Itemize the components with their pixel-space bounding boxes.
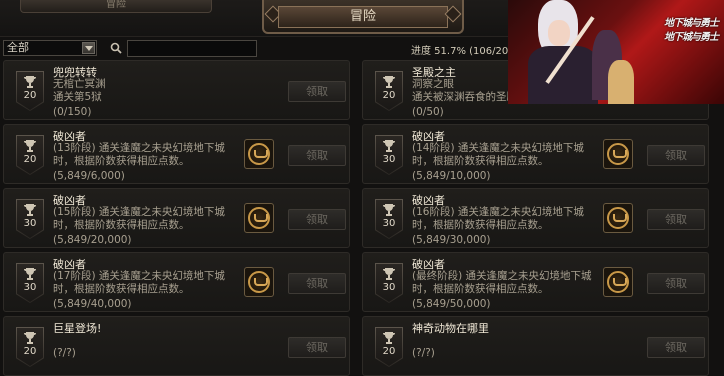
claim-button[interactable]: 领取 [288,145,346,166]
achievement-description: (17阶段) 通关逢魔之未央幻境地下城时，根据阶数获得相应点数。 [53,270,225,295]
achievement-card: 30 破凶者 (15阶段) 通关逢魔之未央幻境地下城时，根据阶数获得相应点数。 (5,… [3,188,350,248]
achievement-badge: 20 [375,327,403,367]
achievement-progress: (5,849/30,000) [412,234,491,246]
achievement-badge: 30 [375,199,403,239]
achievement-points: 30 [382,282,396,293]
achievement-badge: 20 [375,71,403,111]
achievement-badge: 30 [16,263,44,303]
reward-item-icon[interactable] [244,139,274,169]
achievement-progress: (5,849/10,000) [412,170,491,182]
trophy-icon [382,203,396,217]
achievement-description: (13阶段) 通关逢魔之未央幻境地下城时，根据阶数获得相应点数。 [53,142,225,167]
achievement-progress: (0/50) [412,106,444,118]
achievement-card: 20 神奇动物在哪里 (?/?) 领取 [362,316,709,376]
achievement-card: 20 破凶者 (13阶段) 通关逢魔之未央幻境地下城时，根据阶数获得相应点数。 (5,… [3,124,350,184]
achievement-progress: (?/?) [412,347,435,359]
trophy-icon [382,267,396,281]
achievement-points: 30 [23,218,37,229]
claim-button[interactable]: 领取 [647,337,705,358]
tab-left[interactable]: 冒险 [20,0,212,13]
achievement-points: 20 [23,346,37,357]
achievement-card: 20 巨星登场! (?/?) 领取 [3,316,350,376]
chevron-down-icon[interactable] [82,42,95,54]
achievement-progress: (0/150) [53,106,92,118]
reward-item-icon[interactable] [603,203,633,233]
achievement-card: 30 破凶者 (16阶段) 通关逢魔之未央幻境地下城时，根据阶数获得相应点数。 (5,… [362,188,709,248]
achievement-description: 无棺亡冥渊 通关第5狱 [53,78,106,103]
achievement-points: 20 [382,346,396,357]
ad-logo: 地下城与勇士 [664,18,719,29]
tab-adventure-label: 冒险 [278,6,448,28]
achievement-description: (最终阶段) 通关逢魔之未央幻境地下城时，根据阶数获得相应点数。 [412,270,592,295]
search-input[interactable] [127,40,257,57]
ad-logo: 地下城与勇士 [664,32,719,43]
category-filter-value: 全部 [7,41,29,54]
achievement-card: 30 破凶者 (最终阶段) 通关逢魔之未央幻境地下城时，根据阶数获得相应点数。 (5,… [362,252,709,312]
claim-button[interactable]: 领取 [288,273,346,294]
achievement-badge: 30 [375,263,403,303]
trophy-icon [23,331,37,345]
achievement-progress: (?/?) [53,347,76,359]
category-filter-select[interactable]: 全部 [3,40,97,56]
progress-text: 进度 51.7% (106/205) [411,46,519,57]
search-icon [110,42,122,54]
claim-button[interactable]: 领取 [647,273,705,294]
achievement-progress: (5,849/40,000) [53,298,132,310]
achievement-progress: (5,849/20,000) [53,234,132,246]
ad-character-face [548,20,570,46]
reward-item-icon[interactable] [603,139,633,169]
achievement-card: 20 兜兜转转 无棺亡冥渊 通关第5狱 (0/150) 领取 [3,60,350,120]
trophy-icon [23,267,37,281]
achievement-badge: 20 [16,327,44,367]
achievement-points: 20 [382,90,396,101]
achievement-progress: (5,849/6,000) [53,170,125,182]
achievement-badge: 20 [16,135,44,175]
achievement-badge: 30 [16,199,44,239]
trophy-icon [23,139,37,153]
achievement-points: 20 [23,90,37,101]
claim-button[interactable]: 领取 [288,81,346,102]
reward-item-icon[interactable] [244,267,274,297]
achievement-card: 30 破凶者 (14阶段) 通关逢魔之未央幻境地下城时，根据阶数获得相应点数。 (5,… [362,124,709,184]
achievement-progress: (5,849/50,000) [412,298,491,310]
trophy-icon [23,203,37,217]
achievement-description: (15阶段) 通关逢魔之未央幻境地下城时，根据阶数获得相应点数。 [53,206,225,231]
claim-button[interactable]: 领取 [288,337,346,358]
trophy-icon [382,75,396,89]
achievement-points: 30 [382,218,396,229]
achievement-description: (14阶段) 通关逢魔之未央幻境地下城时，根据阶数获得相应点数。 [412,142,584,167]
trophy-icon [23,75,37,89]
reward-item-icon[interactable] [603,267,633,297]
claim-button[interactable]: 领取 [647,209,705,230]
achievement-badge: 20 [16,71,44,111]
claim-button[interactable]: 领取 [647,145,705,166]
achievement-points: 30 [23,282,37,293]
ad-character-3 [608,60,634,104]
tab-adventure[interactable]: 冒险 [262,0,464,34]
reward-item-icon[interactable] [244,203,274,233]
achievement-name: 神奇动物在哪里 [412,322,489,335]
claim-button[interactable]: 领取 [288,209,346,230]
achievement-name: 巨星登场! [53,322,102,335]
achievement-badge: 30 [375,135,403,175]
achievement-card: 30 破凶者 (17阶段) 通关逢魔之未央幻境地下城时，根据阶数获得相应点数。 (5,… [3,252,350,312]
trophy-icon [382,139,396,153]
advertisement-banner[interactable]: 地下城与勇士 地下城与勇士 [508,0,724,104]
trophy-icon [382,331,396,345]
achievement-description: (16阶段) 通关逢魔之未央幻境地下城时，根据阶数获得相应点数。 [412,206,584,231]
achievement-points: 30 [382,154,396,165]
achievement-points: 20 [23,154,37,165]
